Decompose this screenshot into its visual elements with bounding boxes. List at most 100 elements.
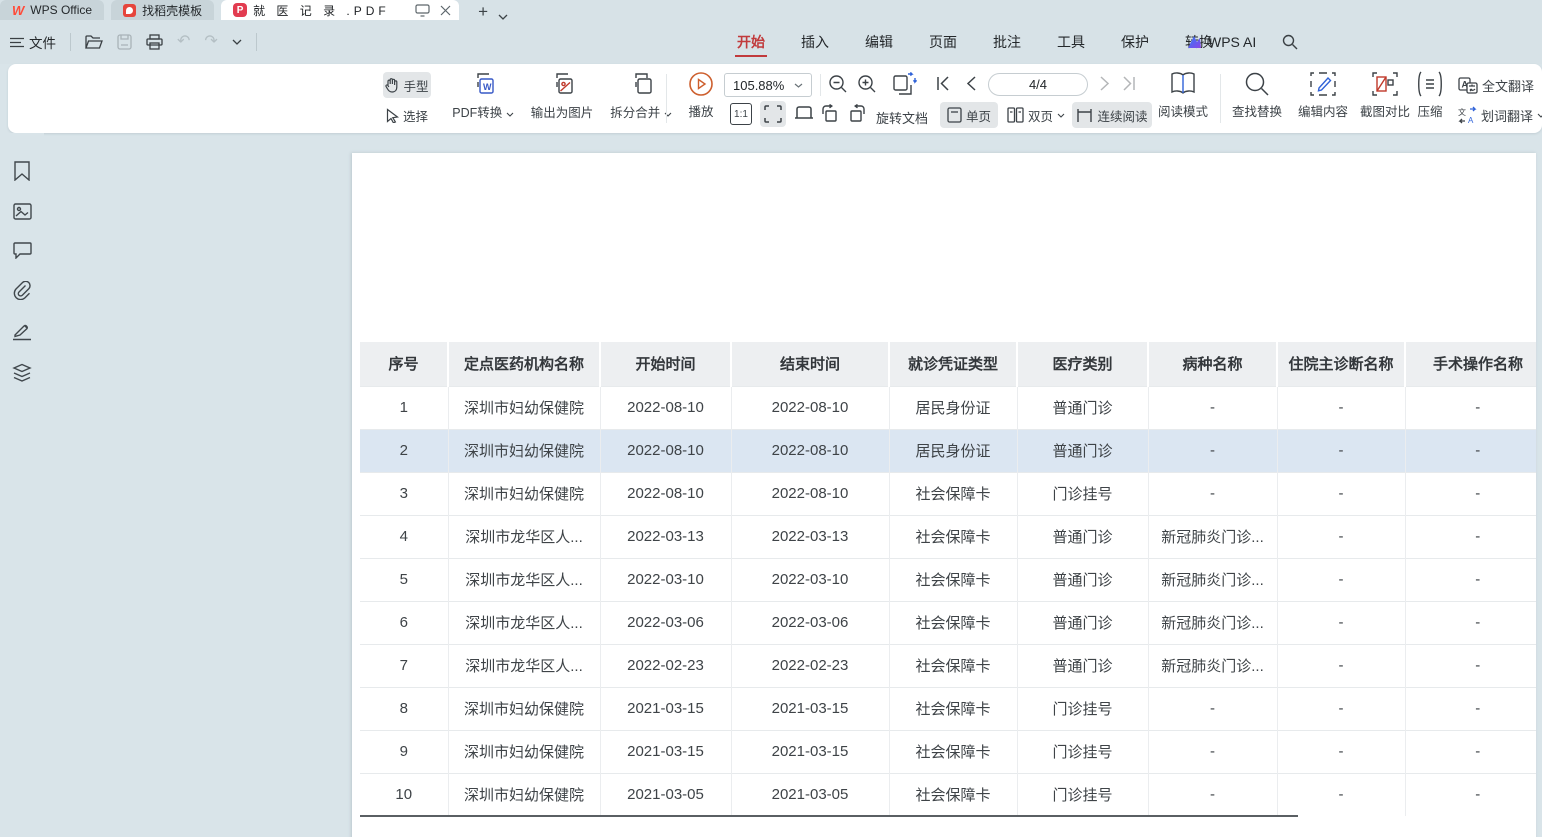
table-cell: -: [1277, 687, 1405, 730]
table-cell: 社会保障卡: [889, 558, 1017, 601]
full-translate-icon: A: [1458, 77, 1478, 94]
actual-size-button[interactable]: 1:1: [730, 103, 752, 125]
edit-content-button[interactable]: 编辑内容: [1292, 71, 1354, 120]
prev-page-button[interactable]: [966, 76, 976, 91]
table-row: 7深圳市龙华区人...2022-02-232022-02-23社会保障卡普通门诊…: [360, 644, 1536, 687]
zoom-out-button[interactable]: [828, 74, 848, 94]
play-button[interactable]: 播放: [676, 71, 726, 120]
attachment-icon[interactable]: [12, 281, 32, 300]
find-replace-icon: [1244, 71, 1270, 97]
file-menu-button[interactable]: 文件: [10, 32, 56, 52]
table-cell: -: [1277, 644, 1405, 687]
menu-item-5[interactable]: 工具: [1055, 21, 1087, 63]
table-cell: 4: [360, 515, 448, 558]
table-header-cell: 病种名称: [1148, 342, 1277, 386]
edit-content-label: 编辑内容: [1298, 101, 1348, 120]
pdf-page: 序号定点医药机构名称开始时间结束时间就诊凭证类型医疗类别病种名称住院主诊断名称手…: [352, 153, 1536, 837]
menu-item-0[interactable]: 开始: [735, 21, 767, 63]
screenshot-compare-button[interactable]: 截图对比: [1354, 71, 1416, 120]
table-cell: 2022-08-10: [731, 472, 889, 515]
hand-tool-button[interactable]: 手型: [383, 72, 431, 98]
menu-item-2[interactable]: 编辑: [863, 21, 895, 63]
table-cell: -: [1405, 687, 1536, 730]
menu-right: WPS AI: [1186, 20, 1298, 64]
wps-logo-icon: W: [12, 4, 24, 17]
menu-search-icon[interactable]: [1282, 34, 1298, 50]
menu-item-4[interactable]: 批注: [991, 21, 1023, 63]
rotate-right-icon: [848, 104, 867, 122]
table-cell: 门诊挂号: [1017, 472, 1148, 515]
menu-item-1[interactable]: 插入: [799, 21, 831, 63]
quick-access-chevron-icon[interactable]: [232, 39, 242, 45]
table-header-cell: 序号: [360, 342, 448, 386]
table-cell: -: [1277, 773, 1405, 816]
pdf-file-icon: P: [233, 3, 247, 17]
table-cell: -: [1405, 429, 1536, 472]
screen-icon[interactable]: [415, 4, 430, 17]
rotate-right-button[interactable]: [848, 104, 867, 122]
open-file-icon[interactable]: [85, 35, 103, 50]
bookmark-icon[interactable]: [13, 161, 31, 181]
chevron-down-icon: [794, 83, 803, 88]
table-cell: 2: [360, 429, 448, 472]
next-page-button[interactable]: [1100, 76, 1110, 91]
fit-width-button[interactable]: [794, 103, 814, 123]
last-page-button[interactable]: [1122, 76, 1136, 91]
table-cell: 2022-08-10: [600, 472, 731, 515]
first-page-button[interactable]: [936, 76, 950, 91]
double-page-button[interactable]: 双页: [1004, 102, 1068, 128]
fit-page-button[interactable]: [760, 101, 786, 127]
pdf-convert-button[interactable]: W PDF转换: [445, 71, 521, 121]
layers-icon[interactable]: [12, 363, 32, 382]
save-icon[interactable]: [117, 34, 132, 50]
continuous-read-button[interactable]: 连续阅读: [1072, 102, 1152, 128]
page-organize-icon: [890, 72, 917, 98]
undo-icon[interactable]: ↶: [177, 34, 190, 50]
split-merge-button[interactable]: 拆分合并: [603, 71, 679, 121]
continuous-read-icon: [1076, 108, 1093, 123]
table-cell: 普通门诊: [1017, 558, 1148, 601]
rotate-left-button[interactable]: [820, 104, 839, 122]
table-cell: -: [1405, 386, 1536, 429]
compress-button[interactable]: 压缩: [1408, 71, 1452, 120]
table-bottom-border: [360, 815, 1298, 817]
comment-icon[interactable]: [13, 242, 32, 259]
wps-ai-button[interactable]: WPS AI: [1186, 34, 1256, 50]
read-mode-label: 阅读模式: [1158, 101, 1208, 120]
signature-icon[interactable]: [12, 322, 32, 341]
rotate-left-icon: [820, 104, 839, 122]
read-mode-button[interactable]: 阅读模式: [1154, 71, 1212, 120]
table-cell: 深圳市龙华区人...: [448, 515, 600, 558]
table-header-cell: 医疗类别: [1017, 342, 1148, 386]
table-cell: 2022-08-10: [600, 429, 731, 472]
table-cell: -: [1148, 687, 1277, 730]
tab-docer-templates[interactable]: 找稻壳模板: [111, 0, 214, 20]
menu-item-3[interactable]: 页面: [927, 21, 959, 63]
table-cell: -: [1277, 730, 1405, 773]
page-organize-button[interactable]: [890, 72, 917, 98]
table-cell: 社会保障卡: [889, 687, 1017, 730]
print-icon[interactable]: [146, 34, 163, 50]
screenshot-compare-label: 截图对比: [1360, 101, 1410, 120]
close-tab-icon[interactable]: [440, 5, 451, 16]
redo-icon[interactable]: ↷: [204, 34, 217, 50]
table-cell: 普通门诊: [1017, 386, 1148, 429]
select-tool-button[interactable]: 选择: [383, 102, 431, 128]
menu-item-6[interactable]: 保护: [1119, 21, 1151, 63]
table-cell: 深圳市妇幼保健院: [448, 386, 600, 429]
word-translate-button[interactable]: 文A 划词翻译: [1458, 104, 1542, 126]
thumbnail-image-icon[interactable]: [13, 203, 32, 220]
table-header-cell: 定点医药机构名称: [448, 342, 600, 386]
tab-medical-record-pdf[interactable]: P 就 医 记 录 .PDF: [221, 0, 459, 20]
tab-wps-office[interactable]: W WPS Office: [0, 0, 104, 20]
full-translate-button[interactable]: A 全文翻译: [1458, 74, 1534, 96]
single-page-button[interactable]: 单页: [940, 102, 998, 128]
zoom-in-button[interactable]: [857, 74, 877, 94]
rotate-doc-button[interactable]: 旋转文档: [876, 108, 928, 127]
export-image-button[interactable]: 输出为图片: [521, 71, 603, 121]
zoom-level-select[interactable]: 105.88%: [724, 73, 812, 97]
find-replace-button[interactable]: 查找替换: [1226, 71, 1288, 120]
table-cell: 2022-03-10: [600, 558, 731, 601]
page-number-field[interactable]: 4/4: [988, 73, 1088, 96]
new-tab-button[interactable]: +: [478, 3, 488, 20]
